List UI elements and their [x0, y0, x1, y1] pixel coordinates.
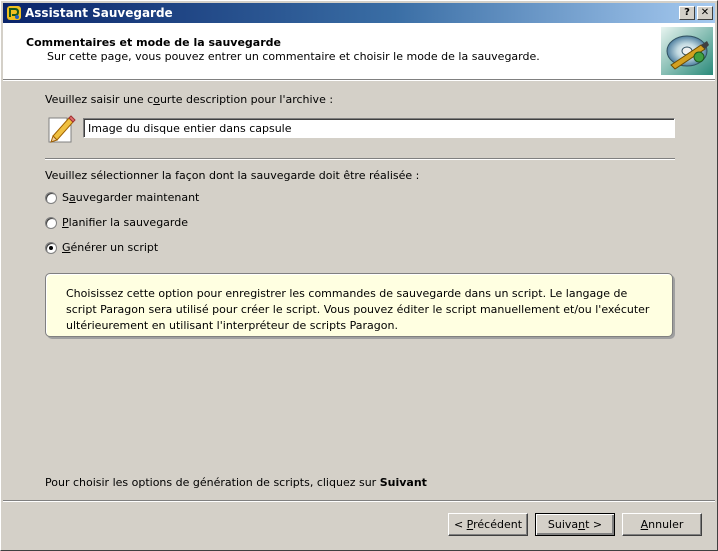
header-divider — [3, 79, 715, 81]
wizard-window: Assistant Sauvegarde ? ✕ Commentaires et… — [0, 0, 718, 551]
footer-hint: Pour choisir les options de génération d… — [45, 476, 427, 489]
radio-button-selected[interactable] — [45, 242, 57, 254]
page-subtitle: Sur cette page, vous pouvez entrer un co… — [47, 50, 540, 63]
radio-button[interactable] — [45, 217, 57, 229]
title-bar[interactable]: Assistant Sauvegarde ? ✕ — [3, 3, 715, 23]
section-divider — [45, 158, 675, 160]
previous-button[interactable]: < Précédent — [448, 513, 528, 536]
app-icon — [7, 6, 21, 20]
help-button[interactable]: ? — [679, 6, 695, 20]
window-title: Assistant Sauvegarde — [25, 6, 173, 20]
cancel-button[interactable]: Annuler — [622, 513, 702, 536]
close-button[interactable]: ✕ — [697, 6, 713, 20]
next-button[interactable]: Suivant > — [535, 513, 615, 536]
mode-label: Veuillez sélectionner la façon dont la s… — [45, 169, 420, 182]
pencil-note-icon — [48, 115, 76, 143]
description-input[interactable] — [83, 118, 675, 138]
radio-label: Planifier la sauvegarde — [62, 216, 188, 229]
backup-disk-icon — [661, 27, 713, 75]
radio-label: Générer un script — [62, 241, 159, 254]
radio-label: Sauvegarder maintenant — [62, 191, 200, 204]
radio-button[interactable] — [45, 192, 57, 204]
page-title: Commentaires et mode de la sauvegarde — [26, 36, 281, 49]
wizard-header: Commentaires et mode de la sauvegarde Su… — [3, 23, 715, 79]
description-label: Veuillez saisir une courte description p… — [45, 93, 334, 106]
footer-divider — [3, 500, 715, 502]
option-info-box: Choisissez cette option pour enregistrer… — [45, 273, 673, 337]
